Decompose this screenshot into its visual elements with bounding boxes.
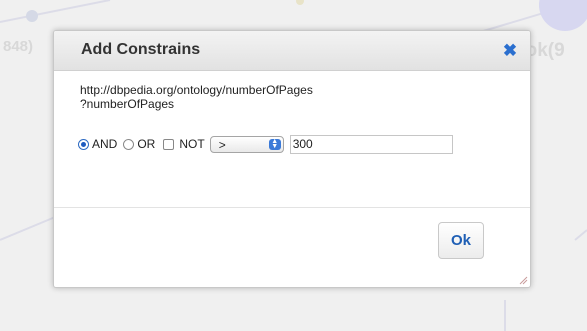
or-radio[interactable]	[123, 138, 135, 150]
property-uri: http://dbpedia.org/ontology/numberOfPage…	[80, 83, 313, 97]
select-arrows-icon: ▲ ▼	[268, 138, 281, 150]
close-icon[interactable]: ✖	[502, 42, 518, 59]
operator-value: >	[218, 137, 226, 152]
value-input[interactable]	[289, 134, 453, 154]
background-node-label-left: 848)	[3, 38, 34, 55]
add-constrains-dialog: Add Constrains ✖ http://dbpedia.org/onto…	[53, 30, 531, 288]
and-label: AND	[92, 137, 118, 151]
and-radio[interactable]	[78, 138, 89, 150]
dialog-header: Add Constrains ✖	[54, 31, 530, 71]
ok-button[interactable]: Ok	[438, 222, 484, 259]
operator-select[interactable]: > ▲ ▼	[209, 135, 284, 153]
not-label: NOT	[179, 137, 205, 151]
constraint-controls: AND OR NOT > ▲ ▼	[78, 134, 453, 154]
not-checkbox[interactable]	[163, 138, 175, 150]
variable-name: ?numberOfPages	[80, 97, 175, 111]
dialog-title: Add Constrains	[81, 41, 201, 58]
footer-divider	[54, 207, 530, 208]
resize-handle-icon[interactable]	[518, 275, 528, 285]
or-label: OR	[137, 137, 156, 151]
